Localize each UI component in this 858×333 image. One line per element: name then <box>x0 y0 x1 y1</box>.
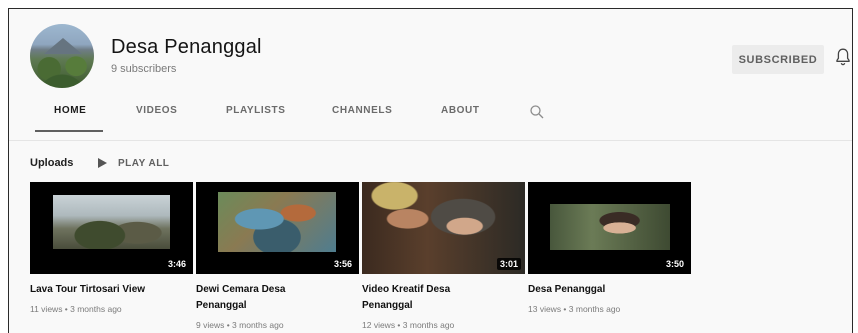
play-icon[interactable] <box>98 158 107 168</box>
thumbnail-image <box>53 195 170 249</box>
video-thumbnail[interactable]: 3:56 <box>196 182 359 274</box>
video-duration: 3:56 <box>330 258 355 270</box>
channel-tabs: HOME VIDEOS PLAYLISTS CHANNELS ABOUT <box>9 95 852 132</box>
channel-avatar[interactable] <box>30 24 94 88</box>
video-title[interactable]: Dewi Cemara Desa Penanggal <box>196 282 336 314</box>
tab-playlists[interactable]: PLAYLISTS <box>226 105 286 116</box>
video-card-1[interactable]: 3:46 Lava Tour Tirtosari View 11 views •… <box>30 182 193 314</box>
video-card-2[interactable]: 3:56 Dewi Cemara Desa Penanggal 9 views … <box>196 182 359 330</box>
video-card-4[interactable]: 3:50 Desa Penanggal 13 views • 3 months … <box>528 182 691 314</box>
video-card-3[interactable]: 3:01 Video Kreatif Desa Penanggal 12 vie… <box>362 182 525 330</box>
video-meta: 12 views • 3 months ago <box>362 320 455 330</box>
video-duration: 3:46 <box>164 258 189 270</box>
uploads-shelf: Uploads PLAY ALL 3:46 Lava Tour Tirtosar… <box>9 140 852 333</box>
video-meta: 9 views • 3 months ago <box>196 320 284 330</box>
mountain-icon <box>44 38 82 54</box>
channel-page: Desa Penanggal 9 subscribers SUBSCRIBED … <box>8 8 853 333</box>
video-meta: 11 views • 3 months ago <box>30 304 122 314</box>
subscribed-button[interactable]: SUBSCRIBED <box>732 45 824 74</box>
uploads-title[interactable]: Uploads <box>30 157 73 169</box>
video-meta: 13 views • 3 months ago <box>528 304 621 314</box>
tab-home[interactable]: HOME <box>54 105 86 116</box>
video-title[interactable]: Desa Penanggal <box>528 282 668 298</box>
tab-videos[interactable]: VIDEOS <box>136 105 177 116</box>
channel-header: Desa Penanggal 9 subscribers SUBSCRIBED … <box>9 9 852 140</box>
tab-channels[interactable]: CHANNELS <box>332 105 392 116</box>
video-thumbnail[interactable]: 3:50 <box>528 182 691 274</box>
video-duration: 3:01 <box>496 258 521 270</box>
play-all-button[interactable]: PLAY ALL <box>118 158 169 169</box>
video-title[interactable]: Video Kreatif Desa Penanggal <box>362 282 502 314</box>
bell-icon[interactable] <box>835 47 851 67</box>
video-title[interactable]: Lava Tour Tirtosari View <box>30 282 170 298</box>
thumbnail-image <box>550 204 670 250</box>
video-thumbnail[interactable]: 3:01 <box>362 182 525 274</box>
video-duration: 3:50 <box>662 258 687 270</box>
active-tab-indicator <box>35 130 103 132</box>
thumbnail-image <box>218 192 336 252</box>
channel-name: Desa Penanggal <box>111 36 262 58</box>
search-icon[interactable] <box>529 104 545 120</box>
video-thumbnail[interactable]: 3:46 <box>30 182 193 274</box>
tab-about[interactable]: ABOUT <box>441 105 480 116</box>
subscriber-count: 9 subscribers <box>111 63 177 75</box>
